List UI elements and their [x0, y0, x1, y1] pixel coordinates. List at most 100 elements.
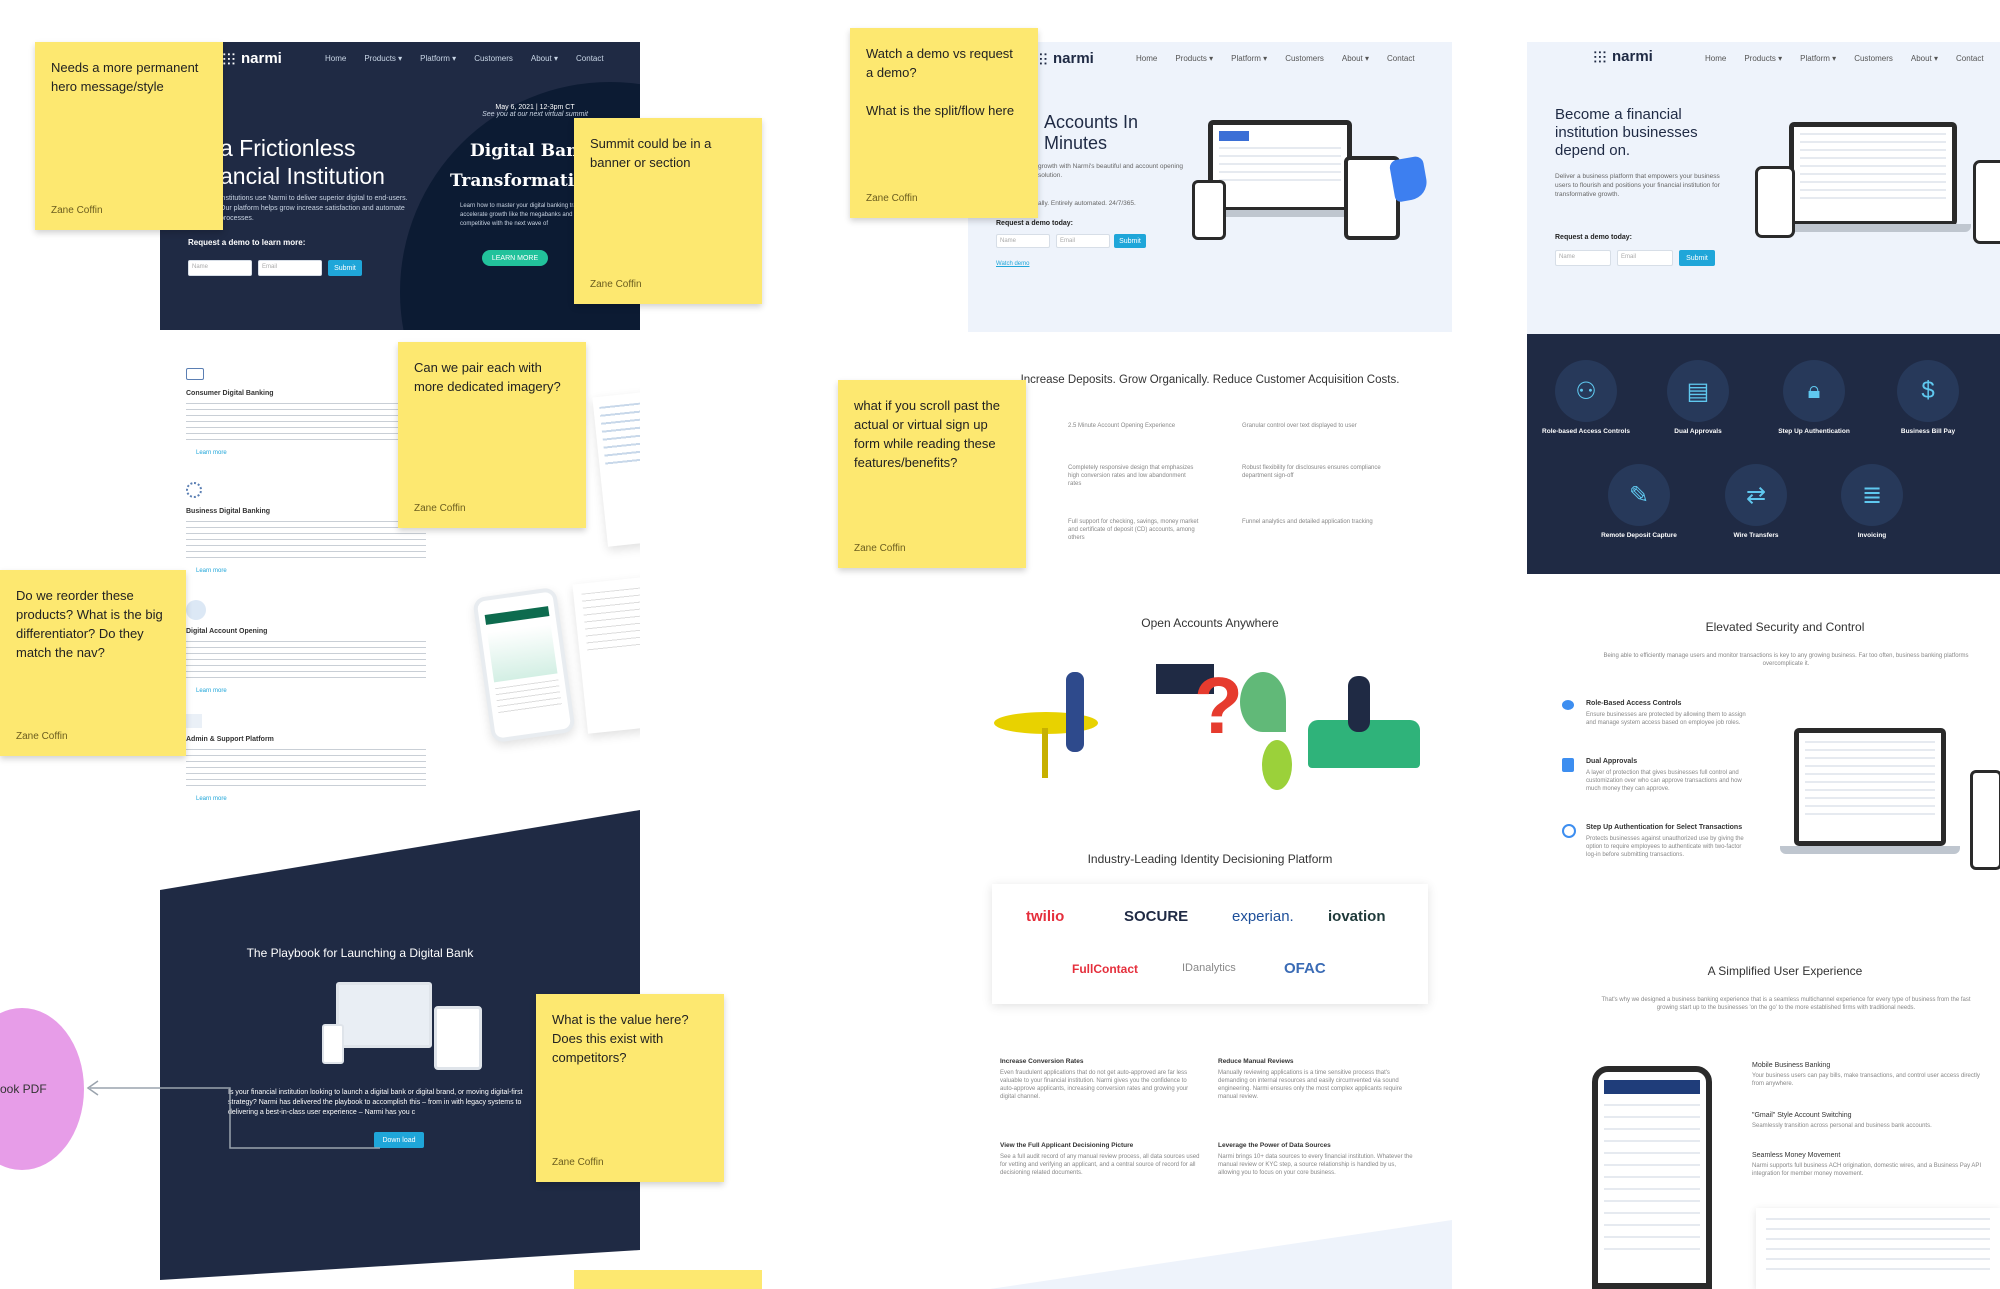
frame1-submit-button[interactable]: Submit	[328, 260, 362, 276]
sticky-note[interactable]: Summit could be in a banner or section Z…	[574, 118, 762, 304]
open-accounts-title: Open Accounts Anywhere	[1141, 616, 1279, 630]
ux-item: "Gmail" Style Account Switching Seamless…	[1752, 1112, 1932, 1129]
feature-dual-approvals[interactable]: ▤ Dual Approvals	[1643, 360, 1753, 435]
nav-platform[interactable]: Platform ▾	[1231, 54, 1267, 63]
watch-demo-link[interactable]: Watch demo	[996, 260, 1029, 268]
sticky-note[interactable]: Do we reorder these products? What is th…	[0, 570, 186, 756]
security-laptop-base	[1780, 846, 1960, 854]
sticky-note	[574, 1270, 762, 1289]
logo-dots-icon	[1593, 49, 1607, 64]
nav-products[interactable]: Products ▾	[364, 54, 402, 63]
frame2-hero-desc2: ally. Entirely automated. 24/7/365.	[1038, 200, 1136, 207]
frame2-name-input[interactable]: Name	[996, 234, 1050, 248]
phone-mockup	[1755, 166, 1795, 238]
frame3-name-input[interactable]: Name	[1555, 250, 1611, 266]
sticky-text: Watch a demo vs request a demo? What is …	[866, 46, 1015, 118]
feature-remote-deposit[interactable]: ✎ Remote Deposit Capture	[1584, 464, 1694, 539]
nav-customers[interactable]: Customers	[1854, 54, 1893, 63]
invoice-icon: ≣	[1841, 464, 1903, 526]
twilio-logo: twilio	[1026, 908, 1065, 925]
frame2-nav: Home Products ▾ Platform ▾ Customers Abo…	[1136, 54, 1415, 63]
frame3-hero: narmi Home Products ▾ Platform ▾ Custome…	[1527, 42, 2000, 334]
experian-logo: experian.	[1232, 908, 1294, 925]
frame3-submit-button[interactable]: Submit	[1679, 250, 1715, 266]
frame1-nav: Home Products ▾ Platform ▾ Customers Abo…	[325, 54, 604, 63]
business-banking-icon	[186, 482, 202, 498]
ux-screen-mockup	[1756, 1208, 2000, 1289]
feature-step-up-auth[interactable]: 🔒︎ Step Up Authentication	[1759, 360, 1869, 435]
nav-about[interactable]: About ▾	[1342, 54, 1369, 63]
security-title: Elevated Security and Control	[1705, 620, 1865, 634]
question-mark-icon: ?	[1194, 661, 1243, 750]
frame2-hero-title: Accounts In Minutes	[1044, 112, 1139, 153]
learn-more-link[interactable]: Learn more	[196, 567, 436, 575]
security-item: Step Up Authentication for Select Transa…	[1562, 824, 1752, 859]
nav-about[interactable]: About ▾	[531, 54, 558, 63]
learn-more-link[interactable]: Learn more	[196, 795, 436, 803]
nav-products[interactable]: Products ▾	[1744, 54, 1782, 63]
frame2-hero: narmi Home Products ▾ Platform ▾ Custome…	[968, 42, 1452, 332]
nav-contact[interactable]: Contact	[1387, 54, 1415, 63]
frame1-hero-title: a Frictionless ancial Institution	[220, 135, 385, 189]
sticky-note[interactable]: Needs a more permanent hero message/styl…	[35, 42, 223, 230]
product-3: Digital Account Opening Learn more	[186, 600, 436, 695]
nav-home[interactable]: Home	[325, 54, 346, 63]
bullet-item: Full support for checking, savings, mone…	[1068, 519, 1199, 541]
connector-arrow	[86, 1080, 380, 1149]
nav-platform[interactable]: Platform ▾	[1800, 54, 1836, 63]
sticky-note[interactable]: What is the value here? Does this exist …	[536, 994, 724, 1182]
benefit-item: View the Full Applicant Decisioning Pict…	[1000, 1142, 1200, 1176]
phone-mockup	[1973, 160, 2000, 244]
nav-home[interactable]: Home	[1136, 54, 1157, 63]
sticky-note[interactable]: Watch a demo vs request a demo? What is …	[850, 28, 1038, 218]
check-deposit-icon: ✎	[1608, 464, 1670, 526]
security-laptop-mockup	[1794, 728, 1946, 846]
nav-customers[interactable]: Customers	[474, 54, 513, 63]
frame1-email-input[interactable]: Email	[258, 260, 322, 276]
bullet-item: 2.5 Minute Account Opening Experience	[1068, 423, 1176, 429]
whiteboard-canvas[interactable]: narmi Home Products ▾ Platform ▾ Custome…	[0, 0, 2000, 1289]
ofac-logo: OFAC	[1284, 960, 1326, 977]
narmi-logo[interactable]: narmi	[222, 50, 282, 67]
device-mockup	[572, 576, 640, 734]
pdf-bubble[interactable]: ook PDF	[0, 1008, 84, 1170]
nav-home[interactable]: Home	[1705, 54, 1726, 63]
ux-item: Mobile Business Banking Your business us…	[1752, 1062, 1980, 1087]
frame2-hero-desc: growth with Narmi's beautiful and accoun…	[1038, 163, 1184, 179]
nav-contact[interactable]: Contact	[1956, 54, 1984, 63]
learn-more-link[interactable]: Learn more	[196, 687, 436, 695]
feature-wire-transfers[interactable]: ⇄ Wire Transfers	[1701, 464, 1811, 539]
sticky-note[interactable]: what if you scroll past the actual or vi…	[838, 380, 1026, 568]
nav-products[interactable]: Products ▾	[1175, 54, 1213, 63]
device-mockup	[592, 391, 640, 547]
benefit-item: Reduce Manual Reviews Manually reviewing…	[1218, 1058, 1403, 1100]
plant-leaves	[1240, 672, 1286, 732]
narmi-logo[interactable]: narmi	[1034, 50, 1094, 67]
sticky-author: Zane Coffin	[590, 279, 642, 290]
feature-role-based[interactable]: ⚇ Role-based Access Controls	[1531, 360, 1641, 435]
sticky-text: Needs a more permanent hero message/styl…	[51, 60, 199, 94]
sticky-note[interactable]: Can we pair each with more dedicated ima…	[398, 342, 586, 528]
nav-about[interactable]: About ▾	[1911, 54, 1938, 63]
frame2-submit-button[interactable]: Submit	[1114, 234, 1146, 248]
socure-logo: SOCURE	[1124, 908, 1189, 925]
bullet-item: Completely responsive design that emphas…	[1068, 465, 1194, 487]
nav-platform[interactable]: Platform ▾	[420, 54, 456, 63]
users-icon	[1562, 700, 1574, 710]
feature-invoicing[interactable]: ≣ Invoicing	[1817, 464, 1927, 539]
frame1-name-input[interactable]: Name	[188, 260, 252, 276]
bill-pay-icon: $	[1897, 360, 1959, 422]
lock-screen-icon: 🔒︎	[1783, 360, 1845, 422]
sticky-author: Zane Coffin	[414, 503, 466, 514]
frame2-email-input[interactable]: Email	[1056, 234, 1110, 248]
nav-customers[interactable]: Customers	[1285, 54, 1324, 63]
narmi-logo[interactable]: narmi	[1593, 48, 1653, 65]
frame3-email-input[interactable]: Email	[1617, 250, 1673, 266]
bullet-item: Robust flexibility for disclosures ensur…	[1242, 465, 1381, 479]
learn-more-button[interactable]: LEARN MORE	[482, 250, 548, 266]
nav-contact[interactable]: Contact	[576, 54, 604, 63]
feature-bill-pay[interactable]: $ Business Bill Pay	[1873, 360, 1983, 435]
sticky-text: Do we reorder these products? What is th…	[16, 588, 163, 660]
person-figure	[1066, 672, 1084, 752]
thumbs-down-icon	[1388, 155, 1430, 203]
